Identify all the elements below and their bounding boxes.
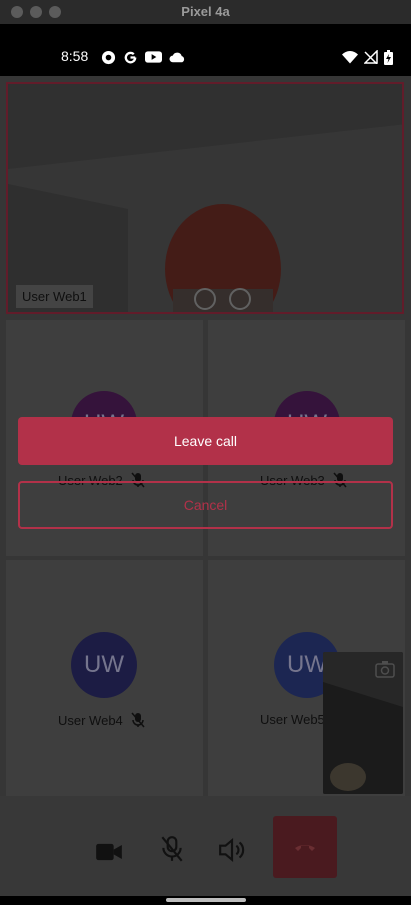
youtube-icon (145, 51, 162, 63)
google-icon (124, 51, 137, 63)
wifi-icon (342, 50, 358, 63)
camera-icon[interactable] (95, 838, 123, 866)
battery-charging-icon (384, 49, 393, 65)
system-icons (342, 49, 393, 65)
notification-icons (101, 49, 186, 65)
home-indicator[interactable] (166, 898, 246, 902)
call-controls-bar (0, 796, 411, 896)
mic-off-icon[interactable] (158, 835, 186, 863)
signal-off-icon (364, 50, 378, 64)
end-call-icon (295, 844, 315, 851)
window-title: Pixel 4a (181, 4, 230, 19)
pocket-casts-icon (101, 50, 116, 64)
speaker-icon[interactable] (218, 836, 246, 864)
cancel-button[interactable]: Cancel (18, 481, 393, 529)
cloud-icon (169, 52, 185, 62)
end-call-button[interactable] (273, 816, 337, 878)
status-bar: 8:58 (0, 24, 411, 76)
window-titlebar: Pixel 4a (0, 0, 411, 24)
status-time: 8:58 (61, 48, 89, 64)
leave-call-button[interactable]: Leave call (18, 417, 393, 465)
